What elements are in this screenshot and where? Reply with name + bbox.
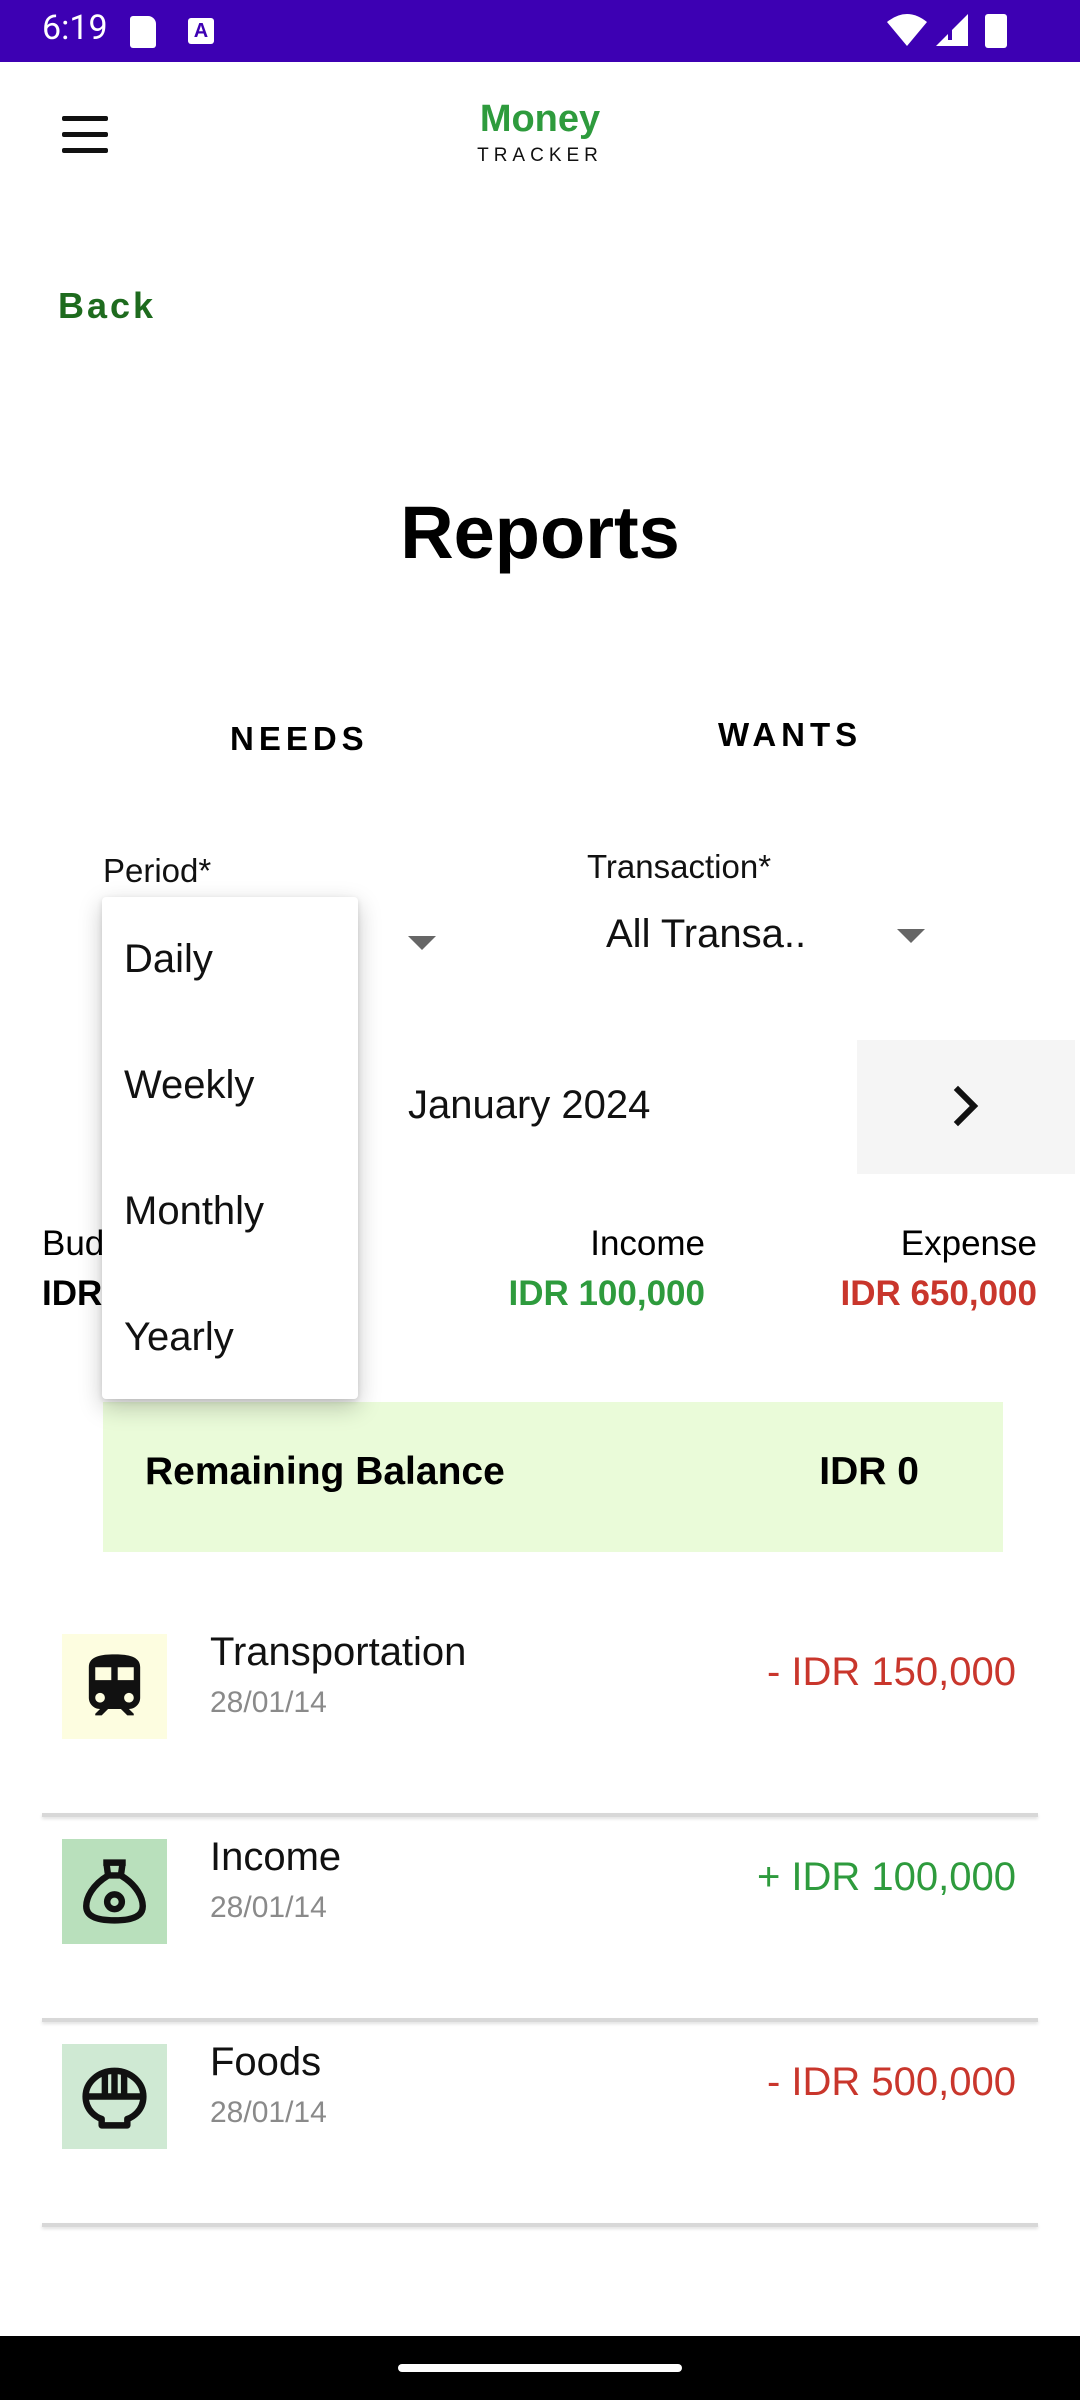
home-handle[interactable]	[398, 2364, 682, 2372]
transaction-name: Transportation	[210, 1630, 467, 1674]
transaction-row[interactable]: Income 28/01/14 + IDR 100,000	[42, 1819, 1038, 2022]
app-logo-subtitle: TRACKER	[477, 145, 603, 166]
transaction-name: Foods	[210, 2040, 322, 2084]
divider	[42, 2018, 1038, 2022]
period-option-daily[interactable]: Daily	[124, 937, 213, 982]
tab-needs[interactable]: NEEDS	[230, 720, 369, 758]
transaction-date: 28/01/14	[210, 1686, 327, 1719]
period-dropdown-menu: Daily Weekly Monthly Yearly	[102, 897, 358, 1399]
transaction-dropdown-arrow-icon[interactable]	[897, 929, 925, 943]
period-option-yearly[interactable]: Yearly	[124, 1315, 234, 1360]
tab-wants[interactable]: WANTS	[718, 716, 862, 754]
wifi-icon	[887, 14, 927, 46]
remaining-balance-value: IDR 0	[819, 1450, 919, 1493]
remaining-balance-card: Remaining Balance IDR 0	[103, 1402, 1003, 1552]
transaction-amount: - IDR 500,000	[766, 2060, 1016, 2104]
period-option-weekly[interactable]: Weekly	[124, 1063, 254, 1108]
period-option-monthly[interactable]: Monthly	[124, 1189, 264, 1234]
divider	[42, 1813, 1038, 1817]
divider	[42, 2223, 1038, 2227]
period-label: Period*	[103, 852, 212, 889]
remaining-balance-label: Remaining Balance	[145, 1450, 505, 1493]
sd-card-icon	[130, 16, 156, 48]
battery-icon	[985, 14, 1007, 48]
menu-icon[interactable]	[58, 112, 114, 162]
chevron-right-icon	[953, 1085, 979, 1127]
back-button[interactable]: Back	[58, 285, 156, 327]
transaction-amount: + IDR 100,000	[756, 1855, 1016, 1899]
transaction-amount: - IDR 150,000	[766, 1650, 1016, 1694]
signal-icon	[936, 14, 968, 46]
app-logo-title: Money	[479, 98, 601, 140]
transaction-name: Income	[210, 1835, 342, 1879]
transaction-row[interactable]: Transportation 28/01/14 - IDR 150,000	[42, 1614, 1038, 1817]
status-bar: 6:19 A	[0, 0, 1080, 62]
period-dropdown-arrow-icon[interactable]	[408, 936, 436, 950]
transaction-row[interactable]: Foods 28/01/14 - IDR 500,000	[42, 2024, 1038, 2227]
money-bag-icon	[62, 1839, 167, 1944]
train-icon	[62, 1634, 167, 1739]
a-icon: A	[188, 18, 214, 44]
food-bowl-icon	[62, 2044, 167, 2149]
month-label: January 2024	[408, 1083, 651, 1127]
transaction-date: 28/01/14	[210, 1891, 327, 1924]
next-month-button[interactable]	[857, 1040, 1075, 1174]
transaction-date: 28/01/14	[210, 2096, 327, 2129]
page-title: Reports	[400, 491, 680, 574]
transaction-label: Transaction*	[587, 848, 772, 885]
status-time: 6:19	[42, 8, 108, 48]
transaction-select[interactable]: All Transa..	[606, 912, 806, 957]
